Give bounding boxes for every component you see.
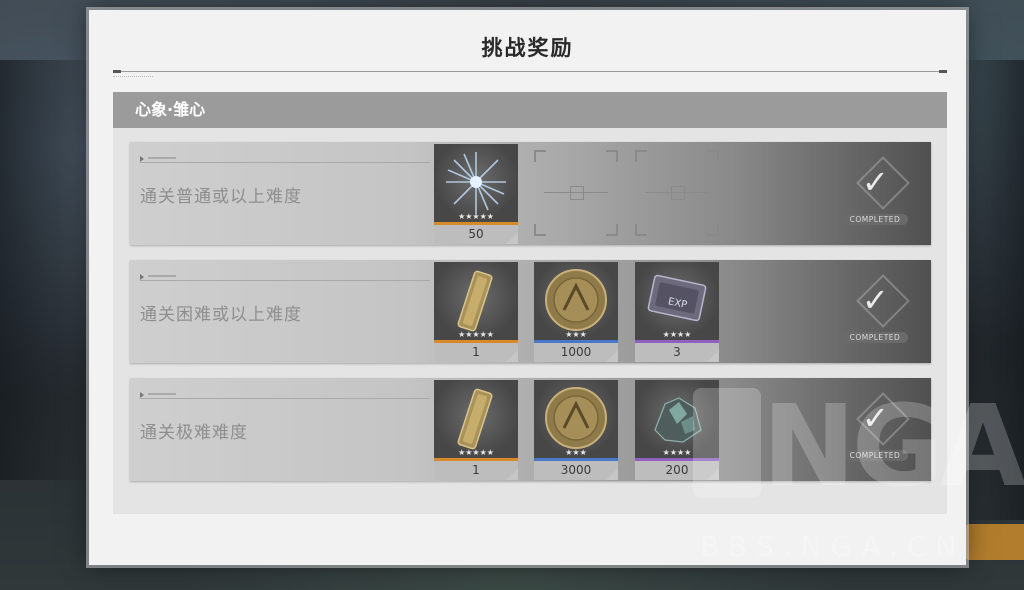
completed-badge: COMPLETED: [842, 332, 908, 343]
completed-indicator: ✓ COMPLETED: [842, 156, 922, 228]
reward-item[interactable]: EXP ★★★★ 3: [635, 262, 719, 362]
checkmark-icon: ✓: [862, 163, 889, 201]
corner-notch: [506, 350, 518, 362]
reward-item[interactable]: ★★★ 1000: [534, 262, 618, 362]
rarity-stars: ★★★: [565, 448, 587, 457]
reward-row-normal: 通关普通或以上难度 ★★★★★ 50 ✓ COMPLETED: [130, 142, 931, 245]
corner-notch: [506, 232, 518, 244]
empty-reward-slot: [635, 150, 719, 236]
row-condition-label: 通关极难难度: [140, 423, 248, 443]
background-right-panel: [964, 60, 1024, 520]
title-decoration: [113, 76, 153, 80]
completed-badge: COMPLETED: [842, 214, 908, 225]
rarity-stars: ★★★★: [662, 330, 692, 339]
golden-scroll-icon: [434, 380, 518, 458]
watermark-url: BBS.NGA.CN: [700, 530, 966, 563]
checkmark-icon: ✓: [862, 399, 889, 437]
rewards-panel: 心象·雏心 通关普通或以上难度 ★★★★★ 50 ✓ COMPLETED 通关困…: [113, 92, 947, 514]
corner-notch: [606, 350, 618, 362]
title-divider: [113, 70, 947, 73]
reward-item[interactable]: ★★★★★ 1: [434, 262, 518, 362]
challenge-rewards-dialog: 挑战奖励 心象·雏心 通关普通或以上难度 ★★★★★ 50 ✓ COMPLETE…: [89, 10, 966, 565]
corner-notch: [606, 468, 618, 480]
rarity-stars: ★★★★★: [458, 330, 494, 339]
gold-coin-icon: [534, 380, 618, 458]
completed-badge: COMPLETED: [842, 450, 908, 461]
row-condition-label: 通关普通或以上难度: [140, 187, 302, 207]
dialog-title: 挑战奖励: [481, 36, 574, 60]
watermark-paw-icon: [693, 388, 761, 498]
crystal-shard-icon: [434, 144, 518, 222]
exp-card-icon: EXP: [635, 262, 719, 340]
rarity-stars: ★★★: [565, 330, 587, 339]
corner-notch: [506, 468, 518, 480]
row-condition-label: 通关困难或以上难度: [140, 305, 302, 325]
checkmark-icon: ✓: [862, 281, 889, 319]
empty-reward-slot: [534, 150, 618, 236]
rarity-stars: ★★★★★: [458, 448, 494, 457]
corner-notch: [707, 350, 719, 362]
reward-row-extreme: 通关极难难度 ★★★★★ 1 ★★★ 3000 ★★★★ 200 ✓ COMPL…: [130, 378, 931, 481]
reward-row-hard: 通关困难或以上难度 ★★★★★ 1 ★★★ 1000 EXP ★★★★ 3 ✓ …: [130, 260, 931, 363]
gold-coin-icon: [534, 262, 618, 340]
completed-indicator: ✓ COMPLETED: [842, 392, 922, 464]
background-side-menu: [0, 60, 90, 480]
rarity-stars: ★★★★★: [458, 212, 494, 221]
reward-item[interactable]: ★★★★★ 50: [434, 144, 518, 244]
section-header: 心象·雏心: [113, 92, 947, 128]
reward-item[interactable]: ★★★★★ 1: [434, 380, 518, 480]
background-action-button: [966, 524, 1024, 560]
golden-scroll-icon: [434, 262, 518, 340]
reward-item[interactable]: ★★★ 3000: [534, 380, 618, 480]
completed-indicator: ✓ COMPLETED: [842, 274, 922, 346]
